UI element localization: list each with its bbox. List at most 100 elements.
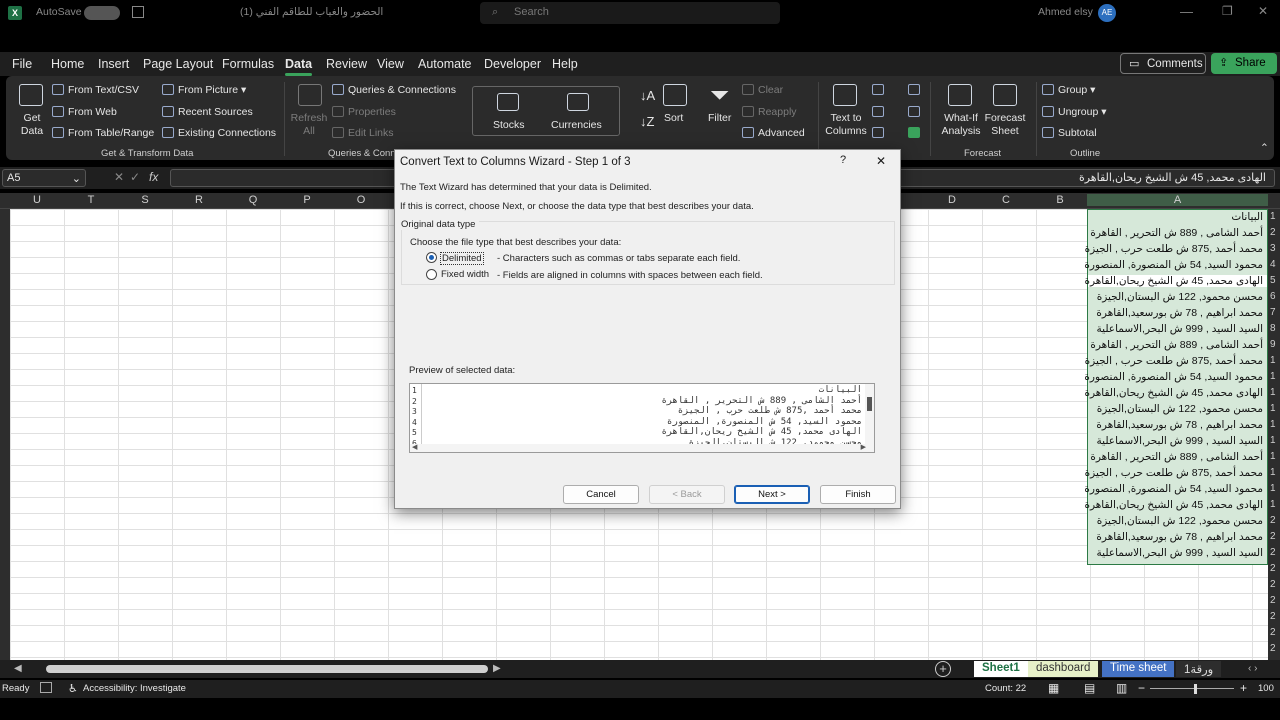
forecast-sheet-button[interactable]: Forecast Sheet — [984, 112, 1026, 138]
cell-a[interactable]: محمود السيد, 54 ش المنصورة, المنصورة — [1084, 371, 1263, 383]
cell-a[interactable]: محسن محمود, 122 ش البستان,الجيزة — [1097, 515, 1263, 527]
share-button[interactable]: ⇪ Share — [1211, 53, 1277, 74]
text-to-columns-button[interactable]: Text to Columns — [824, 112, 868, 138]
row-header[interactable]: 2 — [1270, 579, 1276, 590]
insert-function-icon[interactable]: fx — [149, 170, 158, 184]
column-header-u[interactable]: U — [10, 194, 64, 206]
from-web-button[interactable]: From Web — [52, 106, 117, 118]
column-header-t[interactable]: T — [64, 194, 118, 206]
reapply-button[interactable]: Reapply — [742, 106, 797, 118]
advanced-button[interactable]: Advanced — [742, 127, 805, 139]
confirm-entry-icon[interactable]: ✓ — [130, 170, 140, 184]
from-text-csv-button[interactable]: From Text/CSV — [52, 84, 139, 96]
minimize-icon[interactable]: — — [1180, 4, 1193, 19]
from-table-range-button[interactable]: From Table/Range — [52, 127, 154, 139]
cell-a[interactable]: محمد أحمد ,875 ش طلعت حرب , الجيزة — [1085, 467, 1263, 479]
cell-a[interactable]: محمود السيد, 54 ش المنصورة, المنصورة — [1084, 483, 1263, 495]
cell-a[interactable]: الهادى محمد, 45 ش الشيخ ريحان,القاهرة — [1084, 499, 1263, 511]
cancel-button[interactable]: Cancel — [563, 485, 639, 504]
sheet-scroll-icon[interactable]: ‹ › — [1248, 663, 1257, 674]
cell-a[interactable]: البيانات — [1231, 211, 1263, 223]
row-header[interactable]: 9 — [1270, 339, 1276, 350]
currencies-button[interactable]: Currencies — [551, 119, 602, 131]
fixed-width-label[interactable]: Fixed width — [441, 269, 489, 280]
row-header[interactable]: 1 — [1270, 483, 1276, 494]
sheet-tab-sheet1[interactable]: Sheet1 — [974, 661, 1028, 677]
row-header[interactable]: 7 — [1270, 307, 1276, 318]
delimited-label[interactable]: Delimited — [440, 252, 484, 265]
cell-a[interactable]: أحمد الشامى , 889 ش التحرير , القاهرة — [1090, 451, 1263, 463]
row-header[interactable]: 1 — [1270, 387, 1276, 398]
scroll-right-icon[interactable]: ▶ — [861, 443, 866, 451]
row-header[interactable]: 2 — [1270, 643, 1276, 654]
subtotal-button[interactable]: Subtotal — [1042, 127, 1097, 139]
row-header[interactable]: 2 — [1270, 531, 1276, 542]
close-window-icon[interactable]: ✕ — [1258, 4, 1268, 18]
data-model-icon[interactable] — [908, 127, 920, 138]
preview-vertical-scrollbar[interactable] — [865, 384, 874, 446]
tab-help[interactable]: Help — [552, 57, 578, 71]
avatar[interactable]: AE — [1098, 4, 1116, 22]
row-header[interactable]: 1 — [1270, 451, 1276, 462]
column-header-o[interactable]: O — [334, 194, 388, 206]
cell-a[interactable]: أحمد الشامى , 889 ش التحرير , القاهرة — [1090, 339, 1263, 351]
column-header-b[interactable]: B — [1033, 194, 1087, 206]
column-header-d[interactable]: D — [925, 194, 979, 206]
tab-data[interactable]: Data — [285, 57, 313, 76]
row-header[interactable]: 5 — [1270, 275, 1276, 286]
cell-a[interactable]: محمود السيد, 54 ش المنصورة, المنصورة — [1084, 259, 1263, 271]
back-button[interactable]: < Back — [649, 485, 725, 504]
accessibility-status[interactable]: Accessibility: Investigate — [83, 683, 186, 694]
row-header[interactable]: 1 — [1270, 467, 1276, 478]
group-button[interactable]: Group ▾ — [1042, 84, 1095, 96]
zoom-slider[interactable] — [1150, 688, 1234, 689]
consolidate-icon[interactable] — [908, 84, 920, 95]
flash-fill-icon[interactable] — [872, 84, 884, 95]
tab-home[interactable]: Home — [51, 57, 84, 71]
row-header[interactable]: 3 — [1270, 243, 1276, 254]
help-button[interactable]: ? — [840, 154, 846, 166]
row-header[interactable]: 1 — [1270, 211, 1276, 222]
row-header[interactable]: 1 — [1270, 435, 1276, 446]
remove-duplicates-icon[interactable] — [872, 106, 884, 117]
column-header-s[interactable]: S — [118, 194, 172, 206]
cancel-entry-icon[interactable]: ✕ — [114, 170, 124, 184]
sort-az-icon[interactable]: ↓A — [640, 88, 655, 103]
preview-horizontal-scrollbar[interactable]: ◀ ▶ — [410, 443, 874, 452]
cell-a[interactable]: محمد ابراهيم , 78 ش بورسعيد,القاهرة — [1096, 307, 1263, 319]
queries-connections-button[interactable]: Queries & Connections — [332, 84, 456, 96]
cell-a[interactable]: محمد أحمد ,875 ش طلعت حرب , الجيزة — [1085, 355, 1263, 367]
finish-button[interactable]: Finish — [820, 485, 896, 504]
collapse-ribbon-icon[interactable]: ⌃ — [1260, 142, 1269, 154]
cell-a[interactable]: الهادى محمد, 45 ش الشيخ ريحان,القاهرة — [1084, 387, 1263, 399]
row-header[interactable]: 2 — [1270, 515, 1276, 526]
tab-developer[interactable]: Developer — [484, 57, 541, 71]
zoom-slider-thumb[interactable] — [1194, 684, 1197, 694]
existing-connections-button[interactable]: Existing Connections — [162, 127, 276, 139]
what-if-analysis-button[interactable]: What-If Analysis — [940, 112, 982, 138]
zoom-out-icon[interactable]: − — [1138, 681, 1145, 695]
tab-formulas[interactable]: Formulas — [222, 57, 274, 71]
get-data-button[interactable]: Get Data — [18, 112, 46, 138]
fixed-width-radio[interactable] — [426, 269, 437, 280]
dialog-close-icon[interactable]: ✕ — [876, 154, 886, 168]
row-header[interactable]: 2 — [1270, 547, 1276, 558]
autosave-toggle[interactable] — [84, 6, 120, 20]
row-header[interactable]: 2 — [1270, 227, 1276, 238]
active-cell-a5[interactable]: الهادى محمد, 45 ش الشيخ ريحان,القاهرة — [1084, 275, 1267, 287]
tab-view[interactable]: View — [377, 57, 404, 71]
tab-review[interactable]: Review — [326, 57, 367, 71]
page-layout-view-icon[interactable]: ▤ — [1084, 681, 1095, 695]
cell-a[interactable]: السيد السيد , 999 ش البحر,الاسماعلية — [1097, 547, 1263, 559]
zoom-in-icon[interactable]: + — [1240, 681, 1247, 695]
row-header[interactable]: 2 — [1270, 595, 1276, 606]
cell-a[interactable]: السيد السيد , 999 ش البحر,الاسماعلية — [1097, 323, 1263, 335]
comments-button[interactable]: ▭ Comments — [1120, 53, 1206, 74]
row-header[interactable]: 1 — [1270, 371, 1276, 382]
stocks-button[interactable]: Stocks — [493, 119, 525, 131]
sheet-tab-waraqa1[interactable]: ورقة1 — [1176, 661, 1222, 677]
cell-a[interactable]: محمد أحمد ,875 ش طلعت حرب , الجيزة — [1085, 243, 1263, 255]
zoom-level[interactable]: 100 — [1258, 683, 1274, 694]
scroll-left-icon[interactable]: ◀ — [14, 663, 22, 674]
row-header[interactable]: 1 — [1270, 403, 1276, 414]
